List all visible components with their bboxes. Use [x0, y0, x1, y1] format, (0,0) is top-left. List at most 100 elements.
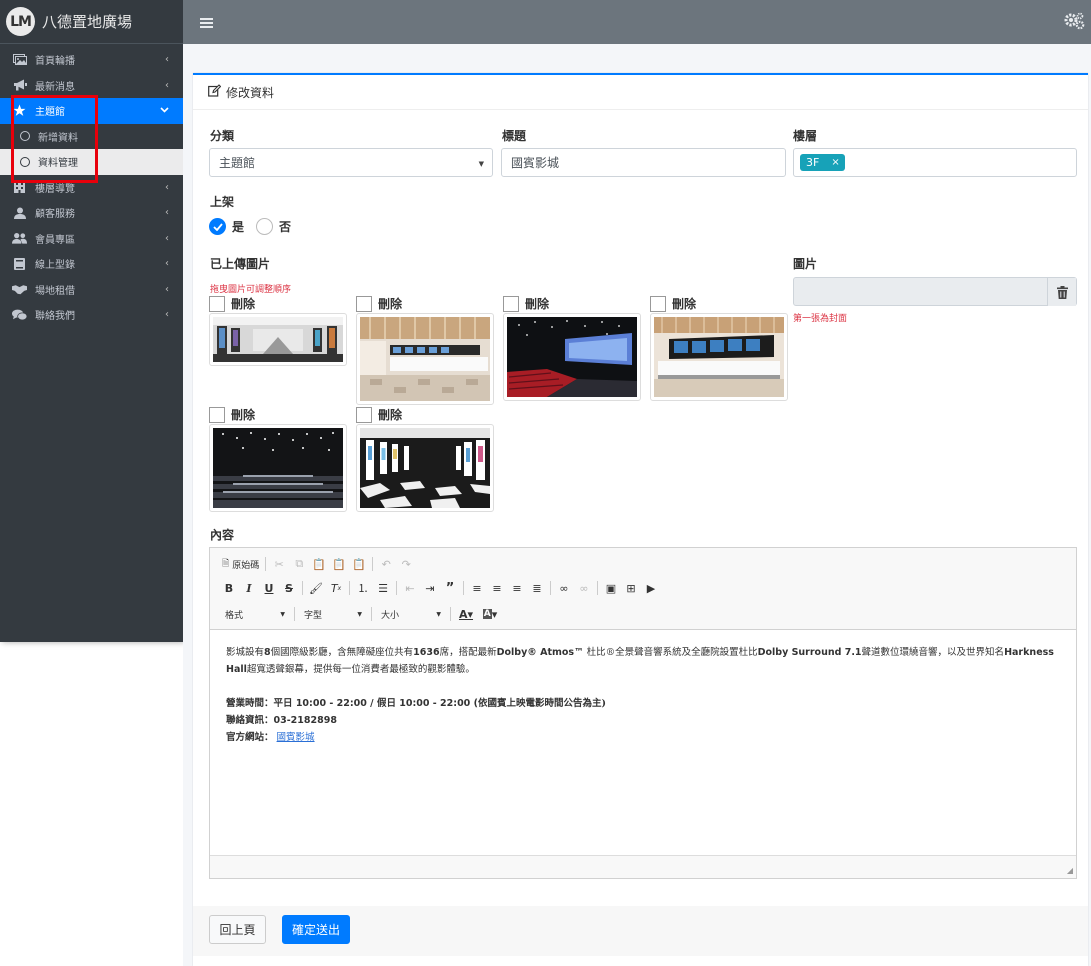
- copy-format-icon[interactable]: 🖌: [306, 579, 326, 597]
- chevron-left-icon: ‹: [165, 54, 169, 66]
- checkbox[interactable]: [209, 295, 225, 312]
- align-right-icon[interactable]: ≡: [507, 579, 527, 597]
- editor-content[interactable]: 影城設有8個國際級影廳，含無障礙座位共有1636席，搭配最新Dolby® Atm…: [210, 630, 1076, 856]
- resize-handle-icon[interactable]: ◢: [1067, 866, 1073, 875]
- sidebar-item-contact[interactable]: 聯絡我們 ‹: [0, 302, 183, 328]
- source-label: 原始碼: [232, 560, 260, 571]
- separator: [463, 581, 464, 595]
- image-3-delete[interactable]: 刪除: [503, 295, 549, 312]
- checkbox[interactable]: [503, 295, 519, 312]
- brand-logo: LM: [6, 7, 35, 36]
- italic-icon[interactable]: I: [239, 579, 259, 597]
- chevron-down-icon: [160, 105, 169, 116]
- separator: [349, 581, 350, 595]
- image-5-delete[interactable]: 刪除: [209, 406, 255, 423]
- table-icon[interactable]: ⊞: [621, 579, 641, 597]
- uploaded-image-1[interactable]: [209, 313, 347, 366]
- redo-icon[interactable]: ↷: [396, 555, 416, 573]
- hamburger-menu-icon[interactable]: [200, 14, 213, 28]
- title-input[interactable]: 國賓影城: [501, 148, 786, 177]
- sidebar-item-theme-hall[interactable]: 主題館: [0, 98, 183, 124]
- background-color-icon[interactable]: A ▾: [478, 605, 502, 623]
- indent-icon[interactable]: ⇥: [420, 579, 440, 597]
- bold-icon[interactable]: B: [219, 579, 239, 597]
- sidebar-item-customer-service[interactable]: 顧客服務 ‹: [0, 200, 183, 226]
- tag-remove-icon[interactable]: ×: [831, 157, 839, 168]
- checkbox[interactable]: [209, 406, 225, 423]
- uploaded-image-4[interactable]: [650, 313, 788, 401]
- chevron-left-icon: ‹: [165, 232, 169, 244]
- checkbox[interactable]: [650, 295, 666, 312]
- sidebar-subitem-add[interactable]: 新增資料: [0, 124, 183, 150]
- text-color-icon[interactable]: A▾: [454, 605, 478, 623]
- trash-icon[interactable]: [1047, 278, 1076, 306]
- gears-icon[interactable]: [1063, 12, 1085, 34]
- publish-yes-radio[interactable]: 是: [209, 218, 244, 235]
- sidebar-item-news[interactable]: 最新消息 ‹: [0, 73, 183, 99]
- back-button[interactable]: 回上頁: [209, 915, 266, 944]
- image-icon[interactable]: ▣: [601, 579, 621, 597]
- format-label: 格式: [225, 610, 244, 621]
- strikethrough-icon[interactable]: S: [279, 579, 299, 597]
- uploaded-image-2[interactable]: [356, 313, 494, 405]
- image-4-delete[interactable]: 刪除: [650, 295, 696, 312]
- image-label: 圖片: [793, 257, 818, 271]
- separator: [302, 581, 303, 595]
- uploaded-image-6[interactable]: [356, 424, 494, 512]
- align-justify-icon[interactable]: ≣: [527, 579, 547, 597]
- uploaded-image-5[interactable]: [209, 424, 347, 512]
- blockquote-icon[interactable]: ”: [440, 579, 460, 597]
- publish-yes-label: 是: [232, 220, 245, 234]
- sidebar-item-label: 線上型錄: [35, 260, 75, 272]
- youtube-icon[interactable]: ▶: [641, 579, 661, 597]
- sidebar-item-venue-rental[interactable]: 場地租借 ‹: [0, 277, 183, 303]
- separator: [450, 607, 451, 621]
- intro-paragraph: 影城設有8個國際級影廳，含無障礙座位共有1636席，搭配最新Dolby® Atm…: [226, 647, 1054, 675]
- image-1-delete[interactable]: 刪除: [209, 295, 255, 312]
- font-dropdown[interactable]: 字型 ▼: [298, 606, 368, 622]
- copy-icon[interactable]: ⧉: [289, 555, 309, 573]
- align-center-icon[interactable]: ≡: [487, 579, 507, 597]
- paste-word-icon[interactable]: 📋: [349, 555, 369, 573]
- submit-button[interactable]: 確定送出: [282, 915, 350, 944]
- link-icon[interactable]: ∞: [554, 579, 574, 597]
- sidebar-item-floor-guide[interactable]: 樓層導覽 ‹: [0, 175, 183, 201]
- sidebar-item-members[interactable]: 會員專區 ‹: [0, 226, 183, 252]
- remove-format-icon[interactable]: Tx: [326, 579, 346, 597]
- images-icon: [12, 54, 27, 66]
- format-dropdown[interactable]: 格式 ▼: [219, 606, 291, 622]
- image-2-delete[interactable]: 刪除: [356, 295, 402, 312]
- paste-text-icon[interactable]: 📋: [329, 555, 349, 573]
- editor-footer: ◢: [210, 855, 1076, 878]
- sidebar-item-catalog[interactable]: 線上型錄 ‹: [0, 251, 183, 277]
- category-select[interactable]: 主題館 ▼: [209, 148, 493, 177]
- users-icon: [12, 232, 27, 244]
- size-dropdown[interactable]: 大小 ▼: [375, 606, 447, 622]
- unlink-icon[interactable]: ∞: [574, 579, 594, 597]
- floor-multiselect[interactable]: 3F ×: [793, 148, 1077, 177]
- undo-icon[interactable]: ↶: [376, 555, 396, 573]
- checkbox[interactable]: [356, 295, 372, 312]
- paste-icon[interactable]: 📋: [309, 555, 329, 573]
- uploaded-image-3[interactable]: [503, 313, 641, 401]
- cut-icon[interactable]: ✂: [269, 555, 289, 573]
- top-navbar: [183, 0, 1091, 44]
- checkbox[interactable]: [356, 406, 372, 423]
- size-label: 大小: [381, 610, 400, 621]
- image-upload-input[interactable]: [793, 277, 1077, 306]
- brand-link[interactable]: LM 八德置地廣場: [0, 0, 183, 44]
- sidebar-subitem-manage[interactable]: 資料管理: [0, 149, 183, 175]
- align-left-icon[interactable]: ≡: [467, 579, 487, 597]
- comments-icon: [12, 309, 27, 321]
- sidebar-item-carousel[interactable]: 首頁輪播 ‹: [0, 47, 183, 73]
- underline-icon[interactable]: U: [259, 579, 279, 597]
- font-label: 字型: [304, 610, 323, 621]
- website-link[interactable]: 國賓影城: [277, 732, 315, 743]
- delete-label: 刪除: [525, 297, 550, 311]
- source-button[interactable]: 🗎 原始碼: [219, 555, 262, 573]
- numbered-list-icon[interactable]: ⒈: [353, 579, 373, 597]
- outdent-icon[interactable]: ⇤: [400, 579, 420, 597]
- bulleted-list-icon[interactable]: ☰: [373, 579, 393, 597]
- publish-no-radio[interactable]: 否: [256, 218, 291, 235]
- image-6-delete[interactable]: 刪除: [356, 406, 402, 423]
